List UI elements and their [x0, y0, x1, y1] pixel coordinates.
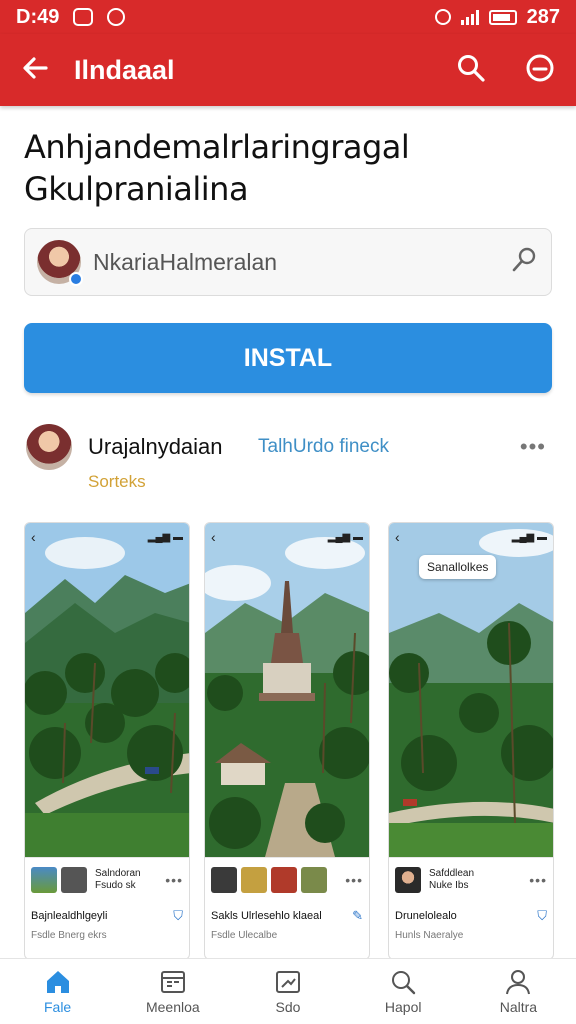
card-more-icon[interactable]: ••• [165, 872, 183, 888]
search-field[interactable]: NkariaHalmeralan [24, 228, 552, 296]
thumbnail [395, 867, 421, 893]
search-icon[interactable] [456, 53, 486, 88]
verified-badge-icon [69, 272, 83, 286]
thumbnail [31, 867, 57, 893]
battery-icon [488, 9, 517, 25]
nav-item-calendar[interactable]: Meenloa [115, 959, 230, 1024]
app-notification-icon [107, 8, 126, 26]
mini-signal-icon: ▂▄▆ ▬ [327, 531, 363, 543]
card-caption: Sakls Ulrlesehlo klaeal [211, 910, 322, 922]
install-button[interactable]: INSTAL [24, 323, 552, 393]
nav-item-home[interactable]: Fale [0, 959, 115, 1024]
app-title: Ilndaaal [74, 54, 175, 85]
nav-label: Meenloa [145, 998, 200, 1015]
thumbnail [211, 867, 237, 893]
screenshot-card-1[interactable]: ‹ ▂▄▆ ▬ Salndoran Fsudo sk ••• Bajnleald… [24, 522, 190, 960]
page-title-line-2: Gkulpranialina [24, 170, 249, 208]
developer-tag[interactable]: TalhUrdo fineck [258, 436, 389, 458]
card-caption: Bajnlealdhlgeyli [31, 910, 108, 922]
developer-name[interactable]: Urajalnydaian [88, 434, 223, 460]
screenshot-image-1: ‹ ▂▄▆ ▬ [25, 523, 189, 857]
card-caption: Drunelolealo [395, 910, 457, 922]
back-arrow-icon[interactable] [20, 53, 60, 88]
nav-label: Sdo [275, 998, 301, 1015]
nav-label: Fale [43, 998, 72, 1015]
screenshot-image-2: ‹ ▂▄▆ ▬ [205, 523, 369, 857]
thumb-meta-sub: Nuke Ibs [429, 880, 469, 891]
signal-icon [460, 9, 479, 25]
screenshot-card-3[interactable]: ‹ ▂▄▆ ▬ Sanallolkes Safddlean Nuke Ibs •… [388, 522, 554, 960]
status-bar: D:49 287 [0, 0, 576, 34]
bookmark-icon[interactable]: ⛉ [537, 908, 547, 924]
card-more-icon[interactable]: ••• [529, 872, 547, 888]
nav-item-search[interactable]: Hapol [346, 959, 461, 1024]
mini-status-bar: ‹ ▂▄▆ ▬ [205, 523, 369, 551]
screenshot-card-2[interactable]: ‹ ▂▄▆ ▬ ••• Sakls Ulrlesehlo klaeal ✎ Fs… [204, 522, 370, 960]
account-menu-icon[interactable] [524, 52, 556, 89]
mini-status-bar: ‹ ▂▄▆ ▬ [25, 523, 189, 551]
calendar-icon [160, 970, 185, 993]
nav-item-chart[interactable]: Sdo [230, 959, 345, 1024]
developer-row[interactable]: Urajalnydaian TalhUrdo fineck Sorteks ••… [26, 424, 550, 494]
mini-back-icon: ‹ [31, 529, 36, 545]
status-time: D:49 [16, 5, 60, 28]
developer-avatar [26, 424, 72, 470]
alarm-icon [434, 9, 451, 25]
screenshot-info-2: ••• Sakls Ulrlesehlo klaeal ✎ Fsdle Ulec… [205, 857, 369, 959]
mini-back-icon: ‹ [395, 529, 400, 545]
thumbnail [61, 867, 87, 893]
search-icon [392, 970, 416, 994]
app-bar: Ilndaaal [0, 34, 576, 106]
overlay-chip: Sanallolkes [419, 555, 497, 579]
page-title-line-1: Anhjandemalrlaringragal [24, 128, 410, 166]
edit-icon[interactable]: ✎ [352, 908, 363, 924]
magnifier-icon[interactable] [509, 245, 539, 280]
thumb-meta-title: Safddlean [429, 868, 475, 879]
bookmark-icon[interactable]: ⛉ [173, 908, 183, 924]
avatar [37, 240, 83, 286]
thumbnail [241, 867, 267, 893]
thumbnail [271, 867, 297, 893]
screenshot-info-3: Safddlean Nuke Ibs ••• Drunelolealo ⛉ Hu… [389, 857, 553, 959]
screenshot-image-3: ‹ ▂▄▆ ▬ Sanallolkes [389, 523, 553, 857]
nav-label: Hapol [384, 998, 422, 1015]
mini-signal-icon: ▂▄▆ ▬ [147, 531, 183, 543]
more-options-icon[interactable]: ••• [520, 434, 546, 460]
status-right-text: 287 [526, 5, 560, 28]
thumb-meta-title: Salndoran [95, 868, 141, 879]
mini-status-bar: ‹ ▂▄▆ ▬ [389, 523, 553, 551]
chart-icon [276, 970, 300, 993]
thumb-meta-sub: Fsudo sk [95, 880, 136, 891]
page-title: Anhjandemalrlaringragal Gkulpranialina [24, 126, 554, 210]
nav-label: Naltra [499, 998, 538, 1015]
card-more-icon[interactable]: ••• [345, 872, 363, 888]
card-subcaption: Hunls Naeralye [395, 930, 464, 941]
bottom-navigation: Fale Meenloa Sdo Hapol Naltra [0, 958, 576, 1024]
profile-icon [506, 969, 531, 994]
home-icon [46, 970, 69, 993]
nav-item-profile[interactable]: Naltra [461, 959, 576, 1024]
thumbnail [301, 867, 327, 893]
screenshot-info-1: Salndoran Fsudo sk ••• Bajnlealdhlgeyli … [25, 857, 189, 959]
developer-subtitle: Sorteks [88, 472, 146, 491]
mini-back-icon: ‹ [211, 529, 216, 545]
search-input[interactable]: NkariaHalmeralan [93, 249, 277, 276]
mini-signal-icon: ▂▄▆ ▬ [511, 531, 547, 543]
notification-icon [73, 8, 94, 26]
card-subcaption: Fsdle Bnerg ekrs [31, 930, 107, 941]
card-subcaption: Fsdle Ulecalbe [211, 930, 278, 941]
